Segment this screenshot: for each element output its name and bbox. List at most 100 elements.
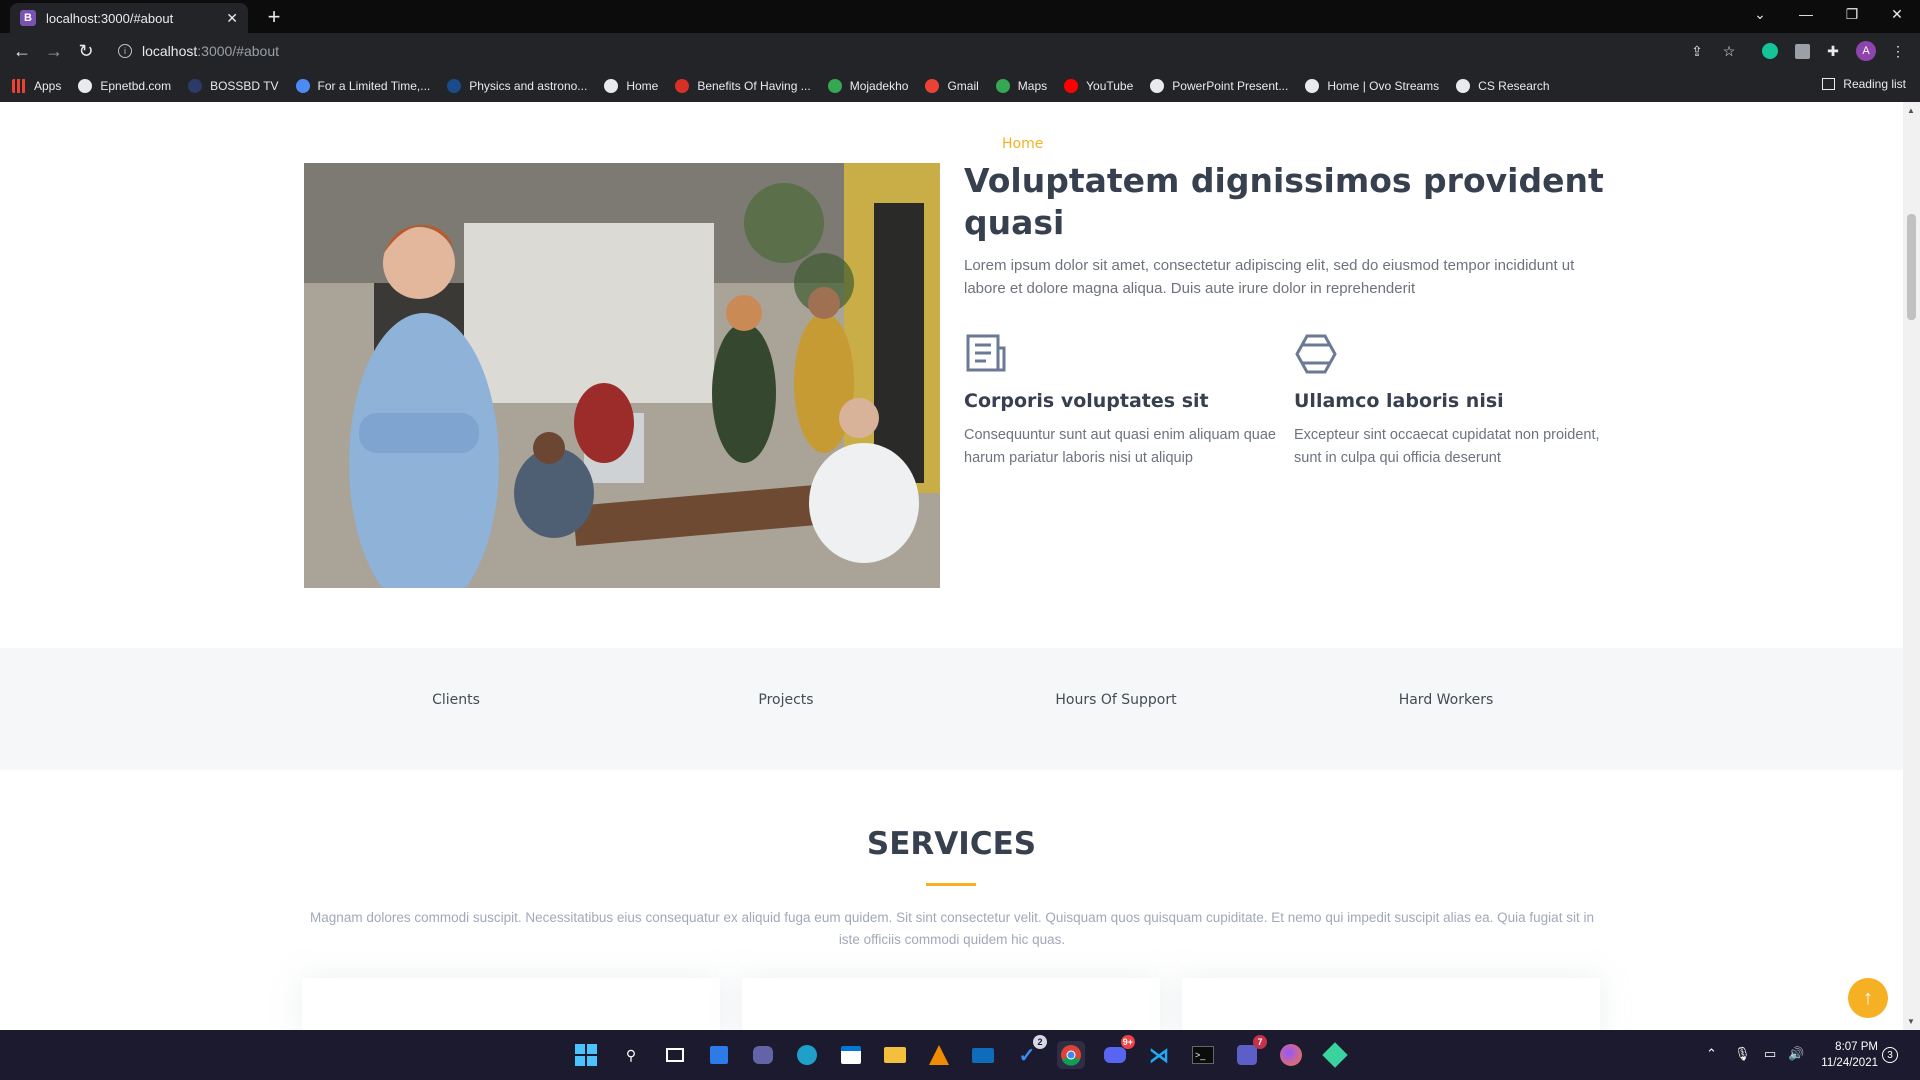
bookmark-label: Home | Ovo Streams: [1327, 79, 1440, 93]
file-explorer-icon[interactable]: [881, 1041, 909, 1069]
grammarly-extension-icon[interactable]: [1760, 41, 1780, 61]
bookmark-item[interactable]: Gmail: [925, 79, 979, 93]
extensions-puzzle-icon[interactable]: ✚: [1823, 41, 1843, 61]
profile-initial: A: [1856, 41, 1876, 61]
teams-chat-icon[interactable]: [749, 1041, 777, 1069]
page-scrollbar[interactable]: ▲ ▼: [1903, 102, 1920, 1030]
bookmark-label: YouTube: [1086, 79, 1134, 93]
reading-list-label: Reading list: [1843, 77, 1906, 91]
browser-tab[interactable]: B localhost:3000/#about ✕: [10, 3, 248, 33]
services-title: SERVICES: [866, 826, 1037, 862]
forward-arrow-icon[interactable]: →: [42, 39, 66, 63]
feature-text: Excepteur sint occaecat cupidatat non pr…: [1294, 427, 1600, 466]
bookmark-label: Maps: [1017, 79, 1048, 93]
discord-icon[interactable]: 9+: [1101, 1035, 1135, 1069]
edge-icon[interactable]: [793, 1041, 821, 1069]
feature-title: Corporis voluptates sit: [964, 390, 1209, 412]
restore-button[interactable]: ❐: [1829, 0, 1875, 28]
bookmark-item[interactable]: Physics and astrono...: [447, 79, 587, 93]
share-icon[interactable]: ⇪: [1687, 41, 1707, 61]
globe-icon: [78, 79, 93, 93]
bookmark-item[interactable]: YouTube: [1064, 79, 1133, 93]
microsoft-store-icon[interactable]: [837, 1041, 865, 1069]
tab-search-icon[interactable]: ⌄: [1737, 0, 1783, 28]
newspaper-icon: [964, 332, 1008, 376]
todo-icon[interactable]: ✓ 2: [1013, 1035, 1047, 1069]
discord-badge: 9+: [1120, 1035, 1135, 1049]
scrollbar-thumb[interactable]: [1907, 214, 1916, 320]
firefox-icon[interactable]: [1277, 1041, 1305, 1069]
section-kicker: Home: [1002, 136, 1044, 152]
bookmark-item[interactable]: BOSSBD TV: [188, 79, 279, 93]
show-hidden-icons-chevron-icon[interactable]: ⌃: [1706, 1046, 1717, 1062]
bookmark-label: CS Research: [1478, 79, 1550, 93]
back-arrow-icon[interactable]: ←: [10, 39, 34, 63]
microphone-icon[interactable]: 🎙: [1734, 1046, 1751, 1062]
back-to-top-button[interactable]: ↑: [1848, 978, 1888, 1018]
youtube-icon: [1064, 79, 1079, 93]
teams-icon[interactable]: 7: [1233, 1035, 1267, 1069]
reading-list-icon: [1822, 78, 1836, 90]
browser-toolbar: ← → ↻ i localhost:3000/#about ⇪ ☆ ✚ A ⋮: [0, 33, 1920, 70]
bookmark-item[interactable]: Home | Ovo Streams: [1305, 79, 1439, 93]
bookmark-item[interactable]: Benefits Of Having ...: [675, 79, 811, 93]
url-host: localhost: [142, 43, 198, 59]
bookmark-item[interactable]: Apps: [12, 79, 61, 93]
git-kraken-icon[interactable]: [1321, 1041, 1349, 1069]
clock-date: 11/24/2021: [1821, 1057, 1878, 1069]
start-menu-icon[interactable]: [572, 1041, 600, 1069]
scroll-down-arrow-icon[interactable]: ▼: [1907, 1017, 1915, 1026]
bookmark-label: Epnetbd.com: [100, 79, 172, 93]
terminal-icon[interactable]: >_: [1189, 1041, 1217, 1069]
reading-list-button[interactable]: Reading list: [1822, 77, 1906, 91]
arrow-up-icon: ↑: [1863, 986, 1873, 1009]
bookmark-item[interactable]: CS Research: [1456, 79, 1550, 93]
bookmark-item[interactable]: For a Limited Time,...: [295, 79, 431, 93]
widgets-icon[interactable]: [705, 1041, 733, 1069]
volume-icon[interactable]: 🔊: [1788, 1046, 1804, 1062]
benefits-icon: [675, 79, 690, 93]
mail-icon[interactable]: [969, 1041, 997, 1069]
bookmark-item[interactable]: Home: [604, 79, 658, 93]
about-title: Voluptatem dignissimos provident quasi: [964, 161, 1604, 242]
vscode-icon[interactable]: ⋊: [1145, 1041, 1173, 1069]
teams-badge: 7: [1253, 1035, 1267, 1049]
new-tab-button[interactable]: +: [262, 6, 286, 30]
reload-icon[interactable]: ↻: [74, 39, 98, 63]
vlc-icon[interactable]: [925, 1041, 953, 1069]
bookmark-item[interactable]: PowerPoint Present...: [1150, 79, 1288, 93]
menu-kebab-icon[interactable]: ⋮: [1888, 41, 1908, 61]
bookmark-label: Apps: [34, 79, 62, 93]
search-icon[interactable]: ⚲: [617, 1041, 645, 1069]
site-info-icon[interactable]: i: [118, 44, 132, 58]
windows-taskbar: ⚲ ✓ 2 9+ ⋊ >_ 7 ⌃ 🎙 ▭ 🔊 8:07 PM 11/24/20…: [0, 1030, 1920, 1080]
feature-corporis: Corporis voluptates sit Consequuntur sun…: [964, 332, 1284, 470]
tab-close-icon[interactable]: ✕: [226, 10, 238, 27]
url-path: :3000/#about: [197, 43, 280, 59]
feature-ullamco: Ullamco laboris nisi Excepteur sint occa…: [1294, 332, 1614, 470]
bookmark-label: For a Limited Time,...: [317, 79, 431, 93]
extension-icon[interactable]: [1792, 41, 1812, 61]
bookmark-item[interactable]: Epnetbd.com: [78, 79, 171, 93]
scroll-up-arrow-icon[interactable]: ▲: [1907, 106, 1915, 115]
system-clock[interactable]: 8:07 PM 11/24/2021: [1808, 1039, 1878, 1071]
task-view-icon[interactable]: [661, 1041, 689, 1069]
count-hours-of-support: Hours Of Support: [1055, 692, 1177, 708]
tab-strip: B localhost:3000/#about ✕ + ⌄ — ❐ ✕: [0, 0, 1920, 33]
close-window-button[interactable]: ✕: [1874, 0, 1920, 28]
address-bar[interactable]: i localhost:3000/#about: [110, 36, 1710, 66]
count-clients: Clients: [432, 692, 480, 708]
physics-icon: [447, 79, 462, 93]
tab-title: localhost:3000/#about: [46, 10, 174, 26]
profile-avatar[interactable]: A: [1856, 41, 1876, 61]
chrome-icon[interactable]: [1057, 1041, 1085, 1069]
counts-section: Clients Projects Hours Of Support Hard W…: [0, 648, 1903, 770]
service-card: [302, 978, 720, 1030]
network-icon[interactable]: ▭: [1764, 1046, 1776, 1062]
service-card: [742, 978, 1160, 1030]
bookmark-star-icon[interactable]: ☆: [1719, 41, 1739, 61]
minimize-button[interactable]: —: [1783, 0, 1829, 28]
notification-count-badge[interactable]: 3: [1882, 1047, 1898, 1063]
bookmark-item[interactable]: Mojadekho: [827, 79, 908, 93]
bookmark-item[interactable]: Maps: [995, 79, 1048, 93]
